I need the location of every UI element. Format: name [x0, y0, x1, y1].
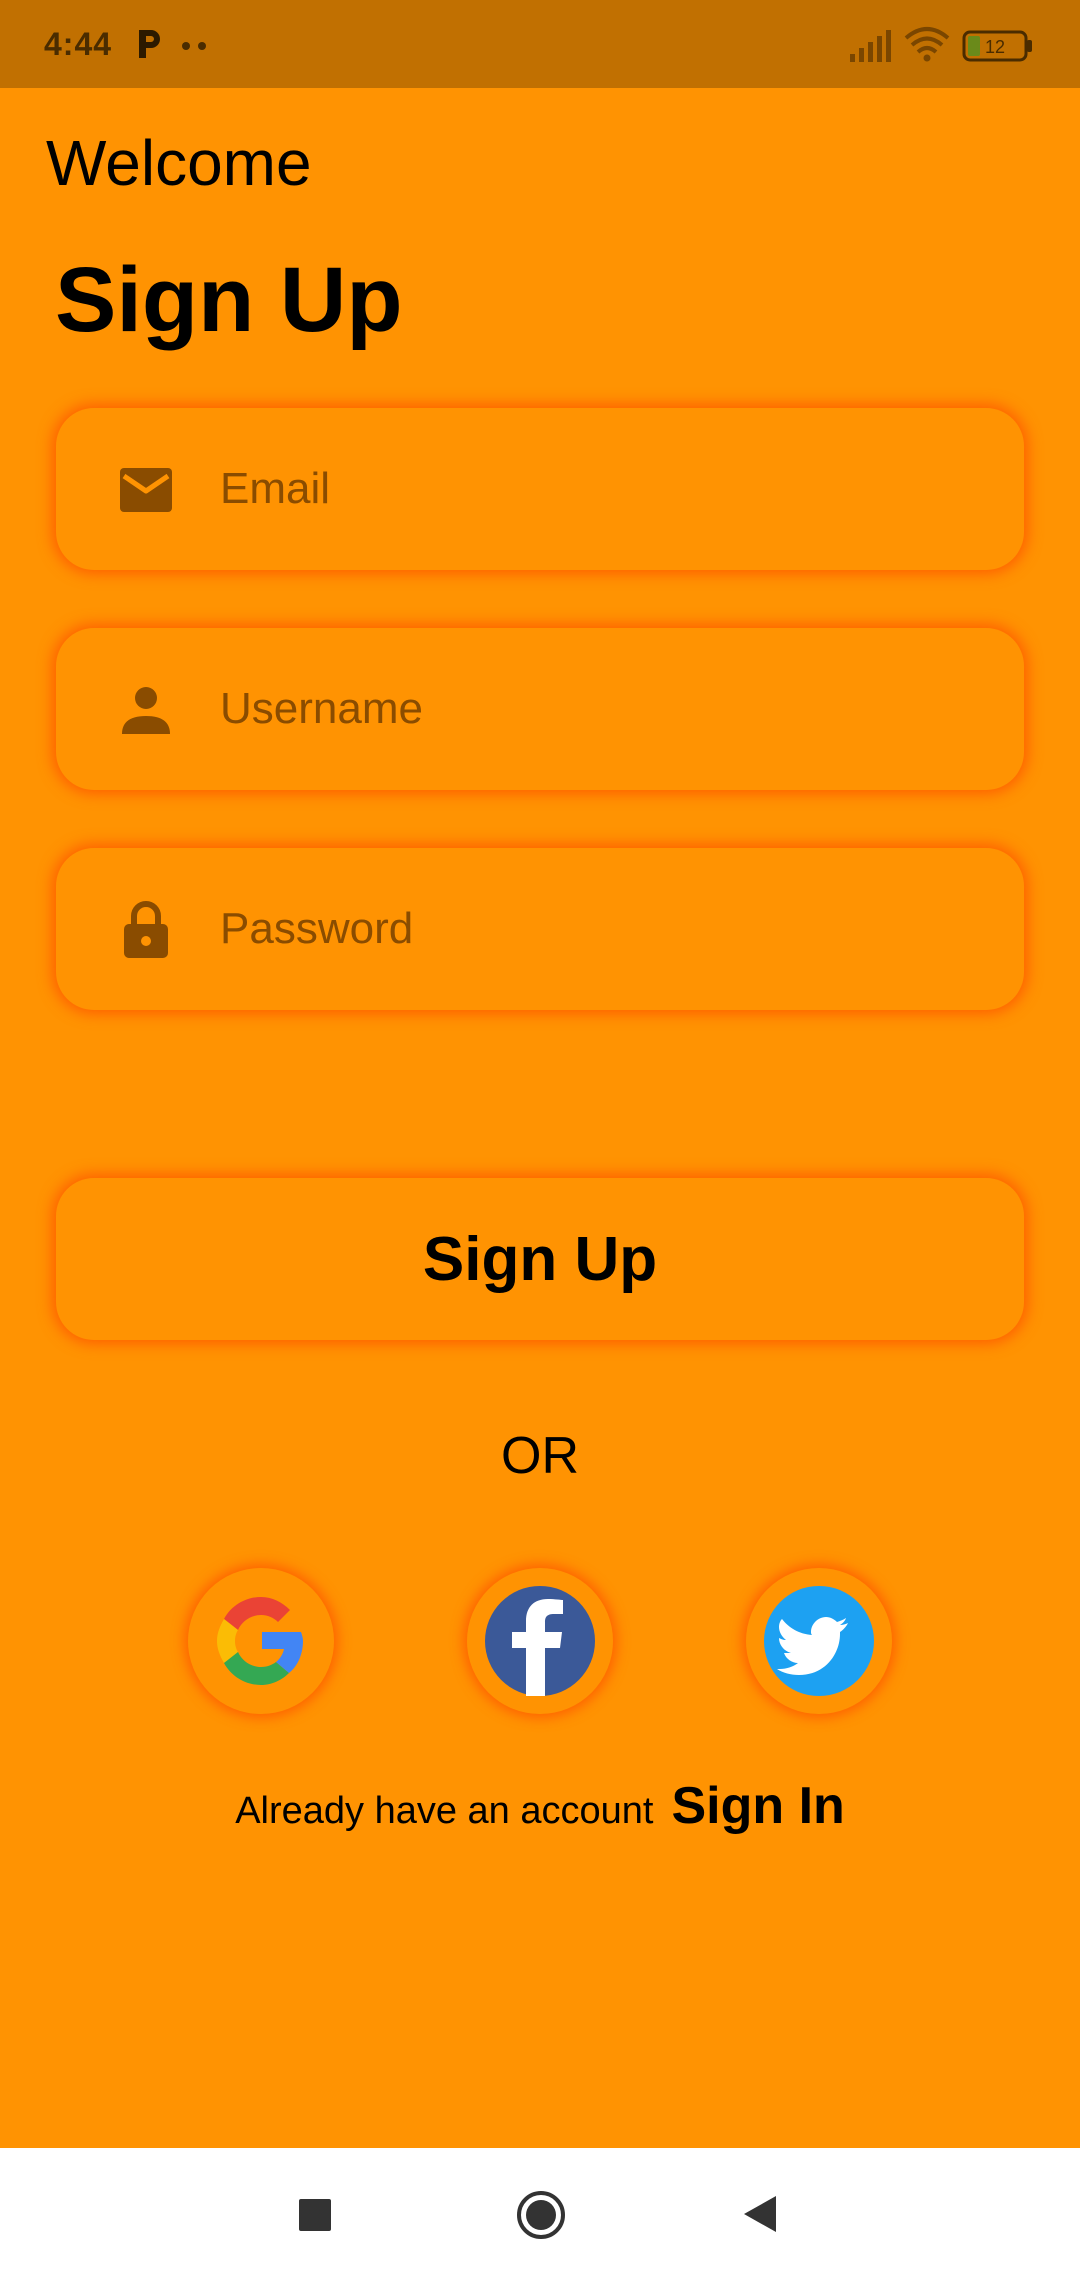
facebook-signin-button[interactable] [467, 1568, 613, 1714]
username-input[interactable] [220, 628, 980, 790]
or-divider: OR [501, 1427, 579, 1485]
home-icon[interactable] [516, 2190, 566, 2240]
account-row: Already have an account Sign In [0, 1776, 1080, 1836]
status-bar: 4:44 12 [0, 0, 1080, 88]
recents-icon[interactable] [298, 2198, 332, 2232]
email-field[interactable] [56, 408, 1024, 570]
facebook-icon [485, 1586, 595, 1696]
account-prompt: Already have an account [235, 1790, 654, 1832]
battery-level: 12 [985, 37, 1005, 57]
mail-icon [120, 468, 172, 512]
email-input[interactable] [220, 408, 980, 570]
back-icon[interactable] [742, 2194, 778, 2234]
wifi-icon [904, 27, 950, 62]
status-time: 4:44 [44, 26, 113, 62]
parking-notification-icon [139, 30, 160, 58]
signal-icon [850, 30, 891, 62]
system-nav-bar [0, 2148, 1080, 2280]
more-notifications-icon [182, 42, 206, 50]
username-field[interactable] [56, 628, 1024, 790]
signup-button[interactable]: Sign Up [56, 1178, 1024, 1340]
lock-icon [124, 901, 168, 958]
signin-link[interactable]: Sign In [671, 1776, 844, 1836]
welcome-text: Welcome [46, 127, 312, 199]
page-title: Sign Up [55, 249, 403, 351]
google-signin-button[interactable] [188, 1568, 334, 1714]
password-input[interactable] [220, 848, 980, 1010]
password-field[interactable] [56, 848, 1024, 1010]
google-icon [217, 1597, 303, 1685]
twitter-signin-button[interactable] [746, 1568, 892, 1714]
battery-icon: 12 [962, 30, 1032, 62]
twitter-icon [764, 1586, 874, 1696]
person-icon [122, 687, 170, 734]
